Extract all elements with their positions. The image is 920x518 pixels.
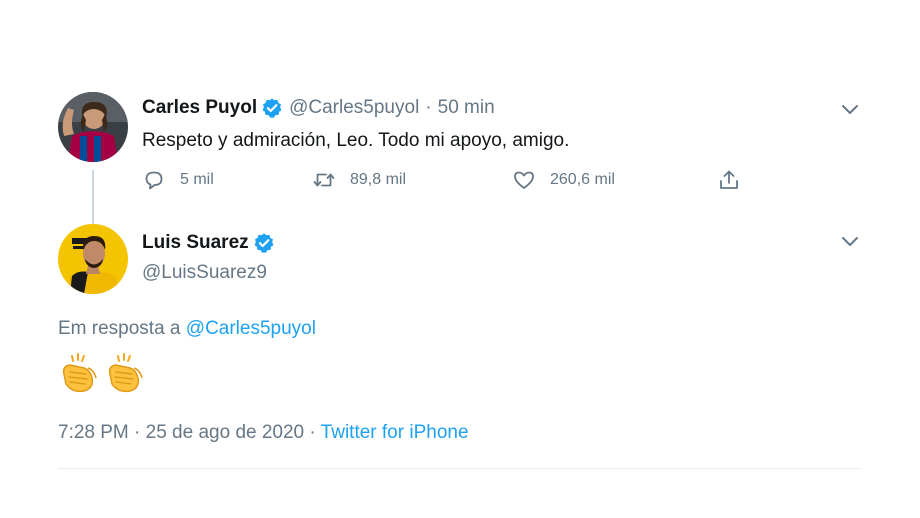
reply-context: Em resposta a @Carles5puyol: [58, 318, 316, 340]
reply-prefix: Em resposta a: [58, 318, 181, 339]
like-count: 260,6 mil: [550, 171, 615, 188]
avatar-luis-suarez[interactable]: [58, 224, 128, 294]
retweet-icon: [313, 173, 335, 187]
share-button[interactable]: [717, 168, 755, 192]
tweet-meta: 7:28 PM · 25 de ago de 2020 · Twitter fo…: [58, 422, 469, 444]
tweet-emoji-text: [58, 352, 146, 394]
reply-button[interactable]: 5 mil: [142, 168, 214, 192]
timestamp[interactable]: 7:28 PM · 25 de ago de 2020 ·: [58, 422, 316, 443]
thread-connector-line: [92, 170, 94, 232]
chevron-down-icon[interactable]: [841, 100, 859, 118]
clapping-hands-icon: [108, 353, 143, 393]
handle[interactable]: @Carles5puyol: [289, 97, 419, 119]
parent-tweet-actions: 5 mil 89,8 mil 260,6 mil: [142, 168, 748, 196]
parent-tweet-text: Respeto y admiración, Leo. Todo mi apoyo…: [142, 130, 570, 151]
main-tweet: Luis Suarez @LuisSuarez9 Em resposta a @…: [58, 224, 868, 464]
parent-tweet[interactable]: Carles Puyol @Carles5puyol · 50 min Resp…: [58, 92, 868, 232]
handle[interactable]: @LuisSuarez9: [142, 262, 267, 284]
verified-badge-icon: [261, 97, 283, 119]
parent-tweet-header: Carles Puyol @Carles5puyol · 50 min: [142, 97, 495, 119]
clapping-hands-icon: [62, 353, 97, 393]
like-button[interactable]: 260,6 mil: [512, 168, 615, 192]
share-icon: [720, 170, 738, 189]
retweet-count: 89,8 mil: [350, 171, 407, 188]
time-ago[interactable]: 50 min: [438, 97, 495, 119]
display-name[interactable]: Carles Puyol: [142, 97, 257, 119]
reply-count: 5 mil: [180, 171, 214, 188]
main-tweet-header: Luis Suarez: [142, 232, 281, 254]
verified-badge-icon: [253, 232, 275, 254]
divider: [58, 468, 860, 469]
display-name[interactable]: Luis Suarez: [142, 232, 249, 254]
retweet-button[interactable]: 89,8 mil: [312, 168, 406, 192]
reply-handle-link[interactable]: @Carles5puyol: [186, 318, 316, 339]
reply-icon: [145, 171, 163, 190]
chevron-down-icon[interactable]: [841, 232, 859, 250]
separator-dot: ·: [425, 97, 432, 118]
source-link[interactable]: Twitter for iPhone: [321, 422, 469, 443]
heart-icon: [514, 171, 534, 189]
avatar-carles-puyol[interactable]: [58, 92, 128, 162]
